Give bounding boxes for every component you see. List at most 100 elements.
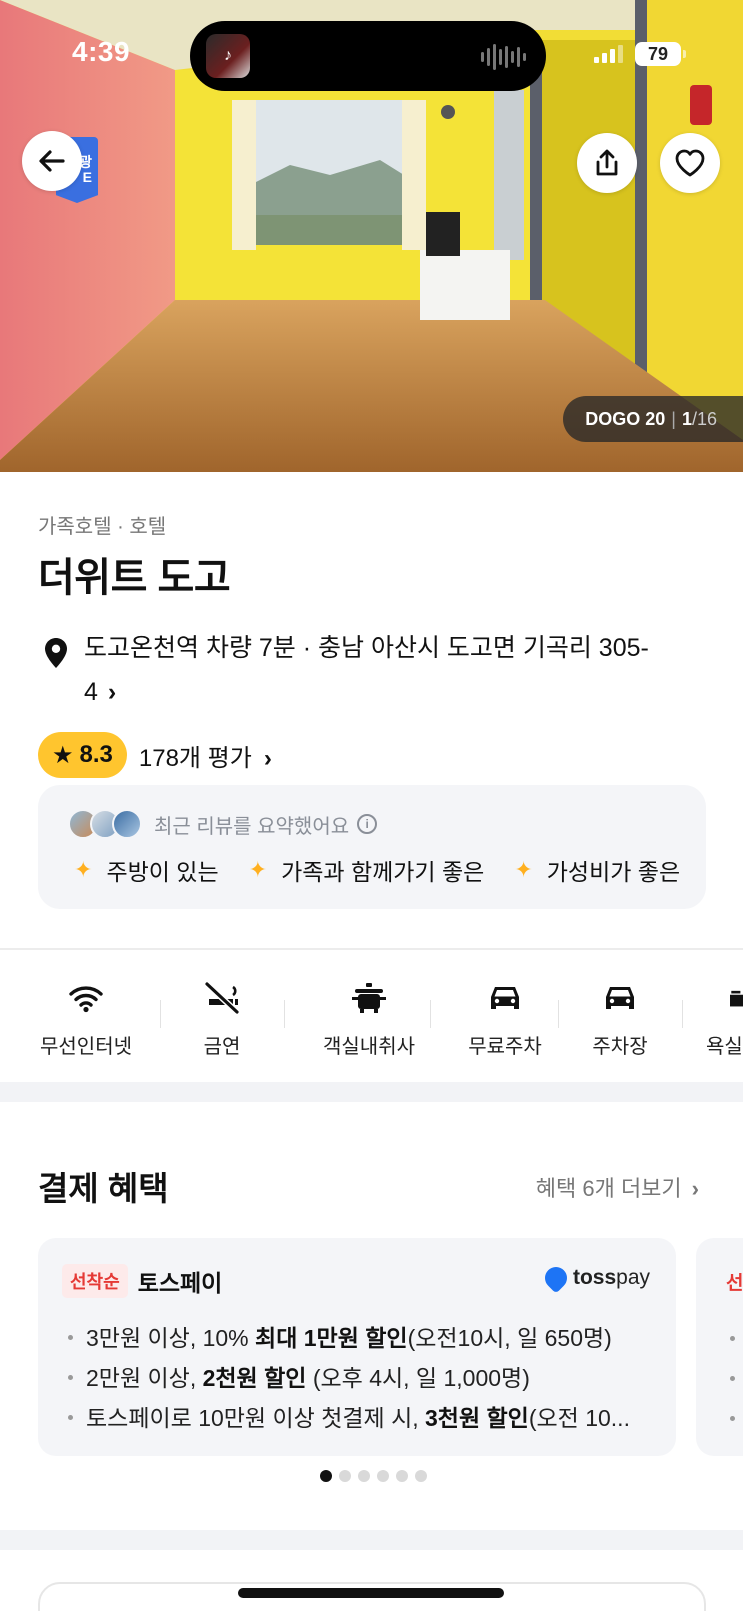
chevron-right-icon: › [107,678,117,706]
amenity-label: 주차장 [592,1036,648,1058]
review-keyword: ✦ 가족과 함께가기 좋은 [249,853,485,887]
sparkle-icon: ✦ [514,857,533,882]
divider [284,1000,285,1028]
pagination-dot [415,1470,427,1482]
sparkle-icon: ✦ [74,857,93,882]
pagination-dot-active [320,1470,332,1482]
location-link[interactable]: 도고온천역 차량 7분 · 충남 아산시 도고면 기곡리 305- 4 › [38,634,708,714]
bath-icon [730,990,743,1007]
benefits-title: 결제 혜택 [38,1170,169,1207]
keyword-text: 가족과 함께가기 좋은 [281,859,485,885]
benefit-text: (오전10시, 일 650명) [407,1325,612,1351]
wifi-icon [69,986,103,1013]
share-button[interactable] [577,133,637,193]
sparkle-icon: ✦ [248,857,268,882]
wishlist-button[interactable] [660,133,720,193]
map-pin-icon [45,638,67,668]
benefit-text: (오전 10... [528,1405,630,1431]
review-summary-header: 최근 리뷰를 요약했어요 i [68,809,378,839]
status-time: 4:39 [72,36,131,67]
benefit-highlight: 최대 1만원 할인 [255,1325,408,1351]
section-divider [0,1530,743,1550]
benefit-text: 토스페이로 10만원 이상 첫결제 시, [86,1405,426,1431]
amenity-label: 욕실 [706,1036,743,1058]
counter-separator: | [671,408,676,429]
home-indicator[interactable] [238,1588,504,1598]
car-icon [491,987,519,1009]
amenities-row[interactable]: 무선인터넷 금연 객실내취사 무료주차 주차장 욕실 [0,970,743,1070]
carousel-pagination [320,1470,427,1482]
no-smoking-icon [204,981,240,1015]
bullet [730,1376,735,1381]
share-icon [596,149,618,176]
logo-text: toss [572,1266,617,1289]
audio-wave-icon [481,43,526,71]
signal-icon [594,45,623,63]
photo-brand-label: DOGO 20 [585,408,666,429]
amenity-parking: 주차장 [580,978,660,1059]
first-come-badge: 선 [726,1273,743,1294]
hotel-category: 가족호텔 · 호텔 [38,516,167,538]
benefit-card-next[interactable]: 선 [696,1238,743,1456]
bullet [730,1416,735,1421]
photo-index: 1 [681,408,692,429]
rating-badge: ★ 8.3 [38,732,127,778]
car-icon [606,987,634,1009]
review-keyword: ✦ 주방이 있는 [74,853,219,887]
tosspay-icon [540,1262,572,1294]
benefits-more-link[interactable]: 혜택 6개 더보기 › [536,1171,699,1203]
photo-counter: DOGO 20 | 1 /16 [563,396,743,442]
amenity-free-parking: 무료주차 [452,978,558,1059]
star-icon: ★ [52,741,74,769]
review-count: 178개 평가 › [139,738,272,773]
avatar [112,809,142,839]
back-button[interactable] [22,131,82,191]
review-keyword: ✦ 가성비가 좋은 [514,853,680,887]
divider [0,948,743,950]
badge-text-2: E [82,169,92,185]
pagination-dot [358,1470,370,1482]
arrow-left-icon [39,150,65,172]
now-playing-thumbnail: ♪ [206,34,250,78]
benefit-card[interactable]: 선착순 토스페이 toss pay 3만원 이상, 10% 최대 1만원 할인(오… [38,1238,676,1456]
benefit-text: 2만원 이상, [86,1365,203,1391]
keyword-text: 가성비가 좋은 [546,859,681,885]
chevron-right-icon: › [263,744,272,772]
page-title: 더위트 도고 [38,556,231,600]
battery-icon: 79 [635,42,686,66]
review-count-label: 178개 평가 [138,744,252,772]
hotel-photo-gallery[interactable]: 4:39 ♪ 79 관광 E DOGO 20 | 1 /16 [0,0,743,472]
heart-icon [675,149,705,177]
rating-link[interactable]: ★ 8.3 178개 평가 › [38,732,272,778]
benefit-list: 3만원 이상, 10% 최대 1만원 할인(오전10시, 일 650명) 2만원… [68,1318,658,1438]
amenity-label: 금연 [203,1036,241,1058]
pagination-dot [396,1470,408,1482]
rating-score: 8.3 [79,741,113,768]
review-summary-card[interactable]: 최근 리뷰를 요약했어요 i ✦ 주방이 있는 ✦ 가족과 함께가기 좋은 ✦ 가성비… [38,785,706,909]
review-keywords: ✦ 주방이 있는 ✦ 가족과 함께가기 좋은 ✦ 가성비가 좋은 [74,853,680,887]
address-text: 도고온천역 차량 7분 · 충남 아산시 도고면 기곡리 305- 4 › [84,626,649,714]
info-icon[interactable]: i [357,814,378,834]
benefit-highlight: 2천원 할인 [202,1365,307,1391]
benefit-provider-name: 토스페이 [137,1270,223,1296]
bullet [730,1336,735,1341]
address-line-2: 4 [84,678,98,706]
amenity-label: 무선인터넷 [40,1036,132,1058]
benefit-item: 2만원 이상, 2천원 할인 (오후 4시, 일 1,000명) [68,1358,658,1398]
pagination-dot [339,1470,351,1482]
benefits-more-label: 혜택 6개 더보기 [535,1176,682,1201]
amenity-label: 무료주차 [468,1036,542,1058]
reviewer-avatars [68,809,142,839]
amenity-no-smoking: 금연 [182,978,262,1059]
benefit-card-header: 선착순 토스페이 [62,1264,222,1298]
tosspay-logo: toss pay [540,1262,650,1294]
photo-total: /16 [691,408,717,429]
divider [430,1000,431,1028]
cooking-icon [352,983,386,1013]
first-come-badge: 선착순 [62,1264,128,1298]
amenity-label: 객실내취사 [323,1036,415,1058]
amenity-wifi: 무선인터넷 [36,978,136,1059]
dynamic-island: ♪ [190,21,546,91]
amenity-bath: 욕실 [704,978,743,1059]
benefit-item: 3만원 이상, 10% 최대 1만원 할인(오전10시, 일 650명) [68,1318,658,1358]
